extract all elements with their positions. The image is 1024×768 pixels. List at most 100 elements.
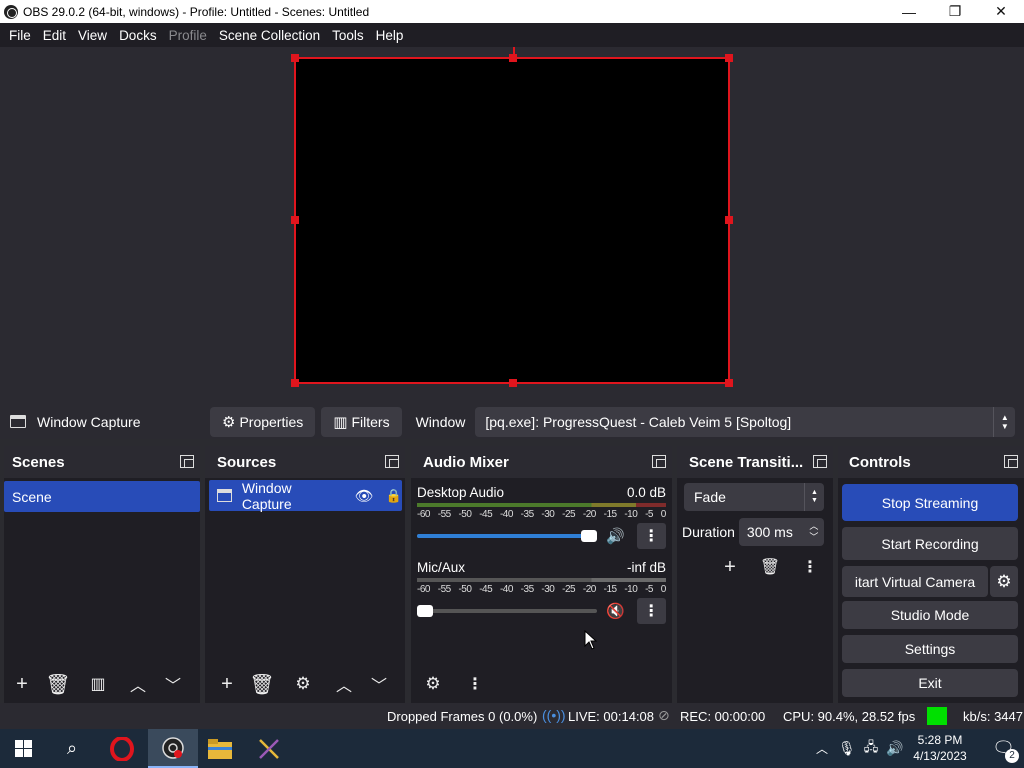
resize-handle-bottom[interactable] bbox=[509, 379, 517, 387]
opera-browser-icon[interactable] bbox=[99, 729, 145, 768]
advanced-audio-properties-button[interactable]: ⚙ bbox=[418, 669, 448, 699]
start-recording-button[interactable]: Start Recording bbox=[842, 527, 1018, 560]
resize-handle-left[interactable] bbox=[291, 216, 299, 224]
menu-help[interactable]: Help bbox=[370, 28, 410, 43]
channel-menu-button[interactable]: ⋮ bbox=[636, 598, 666, 624]
windows-start-icon[interactable] bbox=[0, 729, 46, 768]
source-properties-button[interactable]: ⚙ bbox=[288, 669, 318, 699]
start-virtual-camera-label: itart Virtual Camera bbox=[854, 573, 976, 590]
scene-filters-button[interactable]: ▥ bbox=[83, 669, 113, 699]
menu-edit[interactable]: Edit bbox=[37, 28, 72, 43]
close-button[interactable]: ✕ bbox=[978, 0, 1024, 23]
volume-slider-thumb[interactable] bbox=[417, 605, 433, 617]
duration-label: Duration bbox=[682, 524, 735, 540]
move-source-up-button[interactable]: ︿ bbox=[329, 669, 359, 699]
resize-handle-bottom-left[interactable] bbox=[291, 379, 299, 387]
menu-view[interactable]: View bbox=[72, 28, 113, 43]
menu-docks[interactable]: Docks bbox=[113, 28, 163, 43]
undock-icon[interactable] bbox=[813, 455, 827, 468]
search-icon[interactable]: ⌕ bbox=[49, 729, 95, 768]
menu-file[interactable]: File bbox=[3, 28, 37, 43]
filter-icon: ▥ bbox=[333, 413, 348, 431]
volume-slider-thumb[interactable] bbox=[581, 530, 597, 542]
notification-count-badge: 2 bbox=[1005, 749, 1019, 763]
source-item[interactable]: Window Capture 👁 🔒 bbox=[209, 480, 402, 512]
transition-menu-button[interactable]: ⋮ bbox=[795, 552, 825, 582]
stop-streaming-button[interactable]: Stop Streaming bbox=[842, 484, 1018, 521]
network-icon[interactable]: 🖧 bbox=[864, 738, 879, 760]
duration-spinbox[interactable]: 300 ms ︿ ﹀ bbox=[738, 518, 824, 546]
studio-mode-button[interactable]: Studio Mode bbox=[842, 601, 1018, 629]
undock-icon[interactable] bbox=[385, 455, 399, 468]
exit-label: Exit bbox=[918, 675, 942, 691]
menu-scene-collection[interactable]: Scene Collection bbox=[213, 28, 326, 43]
minimize-button[interactable]: — bbox=[886, 0, 932, 23]
volume-slider[interactable] bbox=[417, 605, 597, 617]
virtual-camera-settings-button[interactable]: ⚙ bbox=[990, 566, 1018, 597]
scenes-dock: Scenes Scene + 🗑 ▥ ︿ ﹀ bbox=[4, 446, 200, 703]
maximize-button[interactable]: ❐ bbox=[932, 0, 978, 23]
filters-button[interactable]: ▥ Filters bbox=[321, 406, 402, 437]
add-scene-button[interactable]: + bbox=[7, 669, 37, 699]
settings-button[interactable]: Settings bbox=[842, 635, 1018, 663]
streaming-icon: ((•)) bbox=[542, 707, 566, 723]
channel-name: Mic/Aux bbox=[417, 560, 466, 575]
resize-handle-top[interactable] bbox=[509, 54, 517, 62]
properties-button[interactable]: ⚙ Properties bbox=[210, 406, 316, 437]
resize-handle-bottom-right[interactable] bbox=[725, 379, 733, 387]
exit-button[interactable]: Exit bbox=[842, 669, 1018, 697]
window-select[interactable]: [pq.exe]: ProgressQuest - Caleb Veim 5 [… bbox=[475, 406, 1016, 437]
stream-health-indicator bbox=[927, 707, 947, 725]
remove-transition-button[interactable]: 🗑 bbox=[755, 552, 785, 582]
channel-menu-button[interactable]: ⋮ bbox=[636, 523, 666, 549]
resize-handle-top-left[interactable] bbox=[291, 54, 299, 62]
visibility-eye-icon[interactable]: 👁 bbox=[355, 487, 374, 505]
show-hidden-icons-chevron-icon[interactable]: ︿ bbox=[816, 740, 828, 757]
window-capture-icon bbox=[217, 489, 232, 502]
resize-handle-right[interactable] bbox=[725, 216, 733, 224]
move-scene-down-button[interactable]: ﹀ bbox=[158, 669, 188, 699]
transition-select[interactable]: Fade ▲ ▼ bbox=[684, 483, 824, 511]
meter-scale: -60 -55 -50 -45 -40 -35 -30 -25 -20 -15 -10 -5 0 bbox=[417, 584, 666, 595]
add-source-button[interactable]: + bbox=[212, 669, 242, 699]
mixer-menu-button[interactable]: ⋮ bbox=[460, 669, 490, 699]
undock-icon[interactable] bbox=[652, 455, 666, 468]
spinner-arrows-icon[interactable]: ︿ ﹀ bbox=[806, 518, 822, 546]
add-transition-button[interactable]: + bbox=[715, 552, 745, 582]
volume-slider[interactable] bbox=[417, 530, 597, 542]
muted-speaker-icon[interactable]: 🔇 bbox=[603, 602, 629, 620]
menu-profile[interactable]: Profile bbox=[163, 28, 213, 43]
menu-tools[interactable]: Tools bbox=[326, 28, 370, 43]
remove-scene-button[interactable]: 🗑 bbox=[43, 669, 73, 699]
remove-source-button[interactable]: 🗑 bbox=[247, 669, 277, 699]
scene-item[interactable]: Scene bbox=[4, 481, 200, 512]
volume-meter bbox=[417, 578, 666, 582]
undock-icon[interactable] bbox=[1004, 455, 1018, 468]
move-scene-up-button[interactable]: ︿ bbox=[123, 669, 153, 699]
preview-area[interactable] bbox=[0, 47, 1024, 404]
window-label: Window bbox=[415, 413, 466, 430]
system-clock[interactable]: 5:28 PM 4/13/2023 bbox=[910, 732, 970, 764]
meter-scale: -60 -55 -50 -45 -40 -35 -30 -25 -20 -15 -10 -5 0 bbox=[417, 509, 666, 520]
notifications-button[interactable]: 🗨 2 bbox=[983, 729, 1024, 768]
volume-icon[interactable]: 🔊 bbox=[886, 740, 903, 757]
progress-quest-icon[interactable] bbox=[246, 729, 292, 768]
speaker-icon[interactable]: 🔊 bbox=[603, 527, 629, 545]
start-recording-label: Start Recording bbox=[881, 535, 979, 552]
scene-transitions-dock: Scene Transiti... Fade ▲ ▼ Duration 300 m… bbox=[677, 446, 833, 703]
window-capture-source-bounds[interactable] bbox=[291, 47, 733, 387]
move-source-down-button[interactable]: ﹀ bbox=[364, 669, 394, 699]
undock-icon[interactable] bbox=[180, 455, 194, 468]
obs-taskbar-icon[interactable] bbox=[148, 729, 198, 768]
start-virtual-camera-button[interactable]: itart Virtual Camera bbox=[842, 566, 988, 597]
lock-icon[interactable]: 🔒 bbox=[386, 488, 402, 504]
title-bar: OBS 29.0.2 (64-bit, windows) - Profile: … bbox=[0, 0, 1024, 23]
recording-off-icon: ⊘ bbox=[658, 707, 670, 723]
scene-transitions-dock-title: Scene Transiti... bbox=[689, 453, 804, 471]
dropdown-arrows-icon: ▲ ▼ bbox=[993, 406, 1015, 437]
file-explorer-icon[interactable] bbox=[197, 729, 243, 768]
volume-meter bbox=[417, 503, 666, 507]
microphone-icon[interactable]: 🎙 bbox=[838, 740, 856, 757]
gear-icon: ⚙ bbox=[996, 571, 1012, 591]
resize-handle-top-right[interactable] bbox=[725, 54, 733, 62]
